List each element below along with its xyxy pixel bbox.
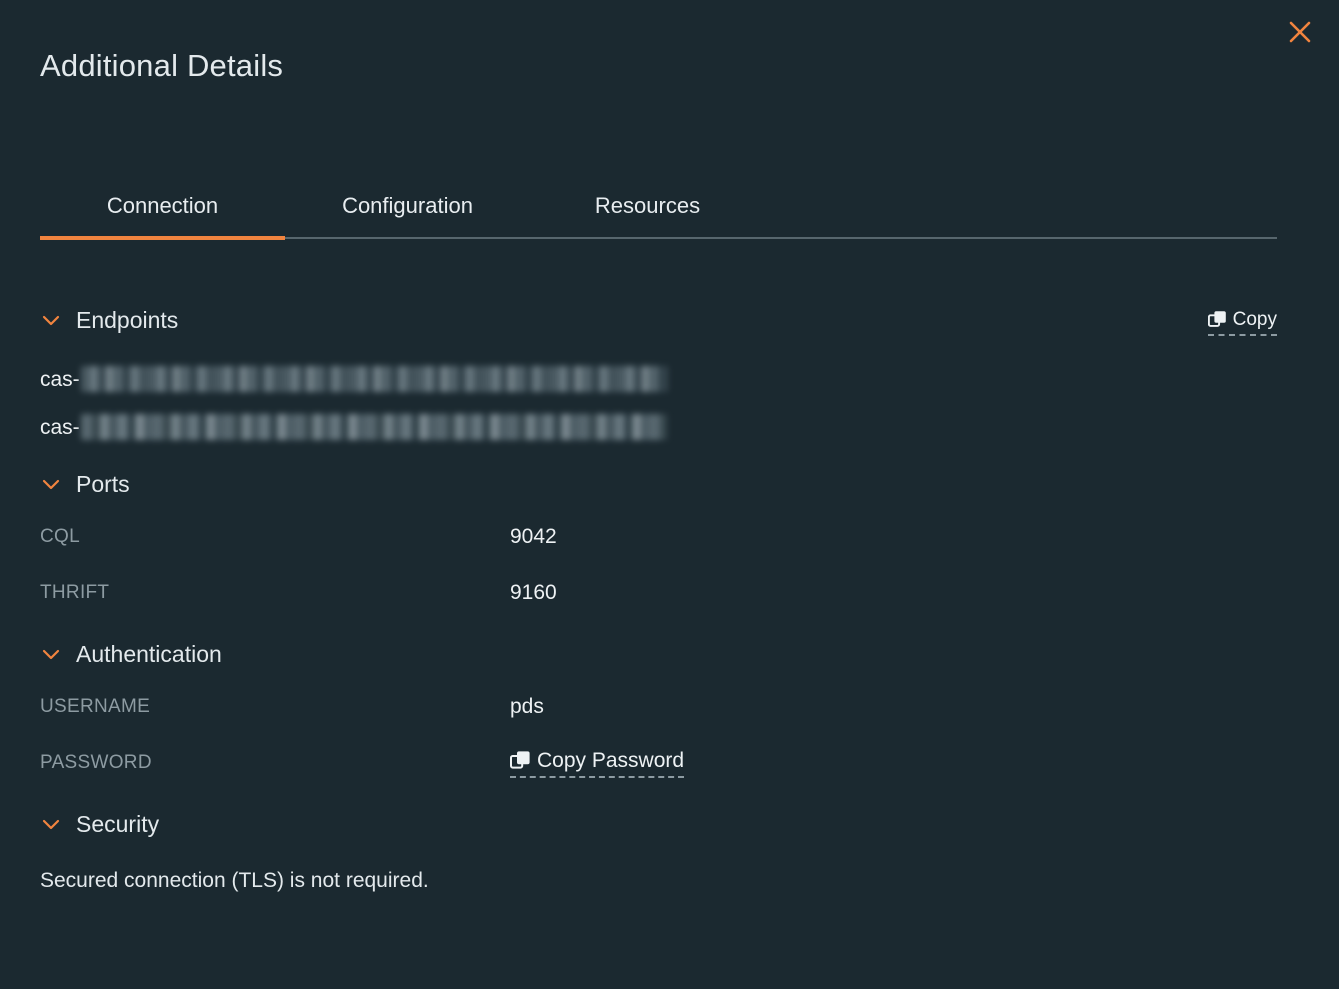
endpoint-redacted-value bbox=[80, 366, 667, 392]
connection-content: Endpoints Copy cas- cas- Ports CQL 9042 … bbox=[40, 305, 1277, 895]
security-message: Secured connection (TLS) is not required… bbox=[40, 869, 429, 892]
port-label-cql: CQL bbox=[40, 526, 80, 547]
section-title-ports: Ports bbox=[76, 471, 130, 497]
ports-list: CQL 9042 THRIFT 9160 bbox=[40, 509, 1277, 621]
endpoint-redacted-value bbox=[80, 414, 667, 440]
table-row: THRIFT 9160 bbox=[40, 565, 1277, 621]
table-row: USERNAME pds bbox=[40, 679, 1277, 735]
chevron-down-icon bbox=[40, 473, 62, 495]
chevron-down-icon bbox=[40, 309, 62, 331]
section-title-endpoints: Endpoints bbox=[76, 307, 179, 333]
tab-configuration[interactable]: Configuration bbox=[285, 192, 530, 236]
section-title-security: Security bbox=[76, 811, 160, 837]
section-header-authentication[interactable]: Authentication bbox=[40, 639, 1277, 669]
tabs: Connection Configuration Resources bbox=[40, 180, 1277, 240]
section-header-security[interactable]: Security bbox=[40, 809, 1277, 839]
port-value-cql: 9042 bbox=[510, 525, 557, 548]
endpoint-row: cas- bbox=[40, 355, 1277, 403]
table-row: CQL 9042 bbox=[40, 509, 1277, 565]
port-value-thrift: 9160 bbox=[510, 581, 557, 604]
close-button[interactable] bbox=[1283, 15, 1317, 49]
auth-value-username: pds bbox=[510, 695, 544, 718]
tab-resources[interactable]: Resources bbox=[530, 192, 765, 236]
close-icon bbox=[1287, 19, 1313, 45]
copy-icon bbox=[1207, 310, 1227, 330]
chevron-down-icon bbox=[40, 643, 62, 665]
endpoint-prefix: cas- bbox=[40, 415, 80, 439]
copy-password-button[interactable]: Copy Password bbox=[510, 748, 685, 778]
tab-connection[interactable]: Connection bbox=[40, 192, 285, 236]
tab-rail bbox=[40, 236, 1277, 240]
auth-label-password: PASSWORD bbox=[40, 752, 152, 773]
tab-active-indicator bbox=[40, 236, 285, 240]
port-label-thrift: THRIFT bbox=[40, 582, 110, 603]
section-title-authentication: Authentication bbox=[76, 641, 222, 667]
endpoints-list: cas- cas- bbox=[40, 355, 1277, 451]
copy-password-label: Copy Password bbox=[537, 748, 685, 772]
endpoint-row: cas- bbox=[40, 403, 1277, 451]
chevron-down-icon bbox=[40, 813, 62, 835]
table-row: PASSWORD Copy Password bbox=[40, 735, 1277, 791]
page-title: Additional Details bbox=[40, 48, 284, 83]
auth-label-username: USERNAME bbox=[40, 696, 151, 717]
copy-endpoints-button[interactable]: Copy bbox=[1207, 309, 1277, 336]
section-header-endpoints[interactable]: Endpoints Copy bbox=[40, 305, 1277, 336]
authentication-list: USERNAME pds PASSWORD Copy Password bbox=[40, 679, 1277, 791]
auth-value-password: Copy Password bbox=[510, 748, 685, 778]
additional-details-panel: Additional Details Connection Configurat… bbox=[0, 0, 1339, 989]
endpoint-prefix: cas- bbox=[40, 367, 80, 391]
copy-endpoints-label: Copy bbox=[1232, 309, 1277, 330]
copy-icon bbox=[510, 750, 531, 772]
section-header-ports[interactable]: Ports bbox=[40, 469, 1277, 499]
